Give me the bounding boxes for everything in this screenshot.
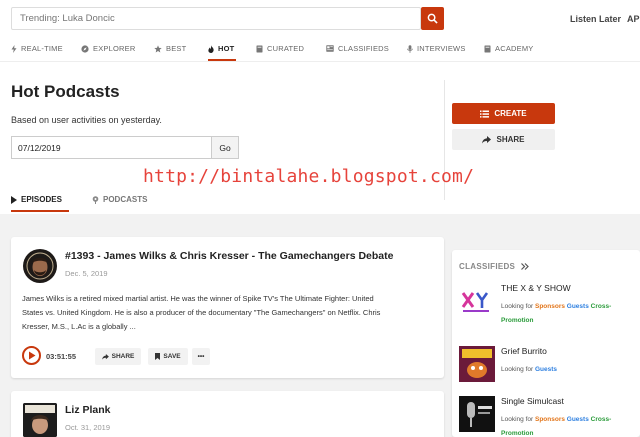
classifieds-panel: CLASSIFIEDS THE X & Y SHOW Looking for S… [452,250,640,437]
bookmark-icon [155,353,161,360]
classified-thumbnail [459,283,495,319]
star-icon [154,44,162,52]
save-episode-button[interactable]: SAVE [148,348,188,365]
create-button[interactable]: CREATE [452,103,555,124]
looking-for-label: Looking for [501,416,534,423]
search-icon [427,13,438,24]
create-button-label: CREATE [494,109,527,118]
nav-item-label: ACADEMY [495,44,534,53]
nav-item-explorer[interactable]: EXPLORER [81,44,135,53]
compass-icon [81,44,89,53]
podcast-icon [92,195,99,204]
search-button[interactable] [421,7,444,30]
double-chevron-right-icon [521,263,530,270]
tag-guests[interactable]: Guests [535,366,557,373]
save-label: SAVE [163,353,181,360]
nav-item-hot[interactable]: HOT [208,44,234,53]
go-button[interactable]: Go [212,136,239,159]
nav-item-best[interactable]: BEST [154,44,186,53]
nav-item-label: CLASSIFIEDS [338,44,389,53]
classified-title[interactable]: THE X & Y SHOW [501,283,571,293]
episode-description: James Wilks is a retired mixed martial a… [22,292,437,334]
nav-item-label: INTERVIEWS [417,44,466,53]
tag-guests[interactable]: Guests [567,303,589,310]
play-icon [11,195,17,204]
classified-tags: Looking for Guests [501,363,639,377]
podcast-avatar [23,403,57,437]
nav-item-label: EXPLORER [93,44,136,53]
nav-item-label: BEST [166,44,187,53]
play-icon [28,351,35,360]
tab-podcasts[interactable]: PODCASTS [92,195,147,204]
classified-title[interactable]: Single Simulcast [501,396,564,406]
watermark-text: http://bintalahe.blogspot.com/ [143,166,475,187]
top-bar: Listen Later AP [0,0,640,38]
classified-tags: Looking for Sponsors Guests Cross-Promot… [501,413,639,437]
episode-date: Dec. 5, 2019 [65,269,108,278]
classified-item[interactable]: THE X & Y SHOW Looking for Sponsors Gues… [459,283,640,331]
episode-card[interactable]: Liz Plank Oct. 31, 2019 [11,391,444,437]
search-input[interactable] [12,8,420,29]
listen-later-link[interactable]: Listen Later [570,14,621,24]
share-page-button[interactable]: SHARE [452,129,555,150]
nav-item-academy[interactable]: ACADEMY [484,44,534,53]
bolt-icon [11,44,17,53]
classified-thumbnail [459,396,495,432]
looking-for-label: Looking for [501,303,534,310]
description-line: States vs. United Kingdom. He is also a … [22,308,381,317]
main-nav: REAL-TIME EXPLORER BEST HOT CURATED CLAS… [0,38,640,62]
list-icon [480,110,490,118]
tab-label: PODCASTS [103,195,148,204]
tag-sponsors[interactable]: Sponsors [535,303,565,310]
share-button-label: SHARE [496,135,525,144]
classified-item[interactable]: Single Simulcast Looking for Sponsors Gu… [459,396,640,437]
nav-item-real-time[interactable]: REAL-TIME [11,44,63,53]
episode-title[interactable]: Liz Plank [65,404,111,416]
nav-item-label: REAL-TIME [21,44,63,53]
flame-icon [208,44,214,53]
active-nav-indicator [208,59,236,61]
tag-guests[interactable]: Guests [567,416,589,423]
search-box[interactable] [11,7,421,30]
description-line: Kresser, M.S., L.Ac is a globally ... [22,322,136,331]
content-tabs: EPISODES PODCASTS [0,188,640,214]
share-label: SHARE [111,353,135,360]
classified-tags: Looking for Sponsors Guests Cross-Promot… [501,300,639,328]
nav-item-classifieds[interactable]: CLASSIFIEDS [326,44,389,53]
active-tab-indicator [11,210,69,212]
classified-title[interactable]: Grief Burrito [501,346,547,356]
newspaper-icon [326,45,334,52]
episode-title[interactable]: #1393 - James Wilks & Chris Kresser - Th… [65,250,393,262]
share-icon [482,135,492,143]
nav-item-label: HOT [218,44,235,53]
tab-episodes[interactable]: EPISODES [11,195,62,204]
podcast-avatar [23,249,57,283]
tag-sponsors[interactable]: Sponsors [535,416,565,423]
tab-label: EPISODES [21,195,62,204]
nav-item-curated[interactable]: CURATED [256,44,304,53]
classifieds-heading-label: CLASSIFIEDS [459,262,516,271]
date-input[interactable] [12,137,211,158]
book-icon [256,45,263,52]
page-subtitle: Based on user activities on yesterday. [11,115,162,125]
api-link[interactable]: AP [627,14,640,24]
microphone-icon [407,44,413,53]
page-title: Hot Podcasts [11,82,120,101]
classified-item[interactable]: Grief Burrito Looking for Guests [459,346,640,386]
nav-item-interviews[interactable]: INTERVIEWS [407,44,466,53]
episode-duration: 03:51:55 [46,352,77,361]
share-episode-button[interactable]: SHARE [95,348,141,365]
looking-for-label: Looking for [501,366,534,373]
play-button[interactable] [22,346,41,365]
episode-date: Oct. 31, 2019 [65,423,111,432]
episode-card[interactable]: #1393 - James Wilks & Chris Kresser - Th… [11,237,444,378]
book-icon [484,45,491,52]
share-icon [101,353,109,360]
date-field[interactable] [11,136,212,159]
more-options-button[interactable]: ••• [192,348,210,365]
description-line: James Wilks is a retired mixed martial a… [22,294,374,303]
nav-item-label: CURATED [267,44,305,53]
classifieds-heading[interactable]: CLASSIFIEDS [459,262,530,271]
classified-thumbnail [459,346,495,382]
